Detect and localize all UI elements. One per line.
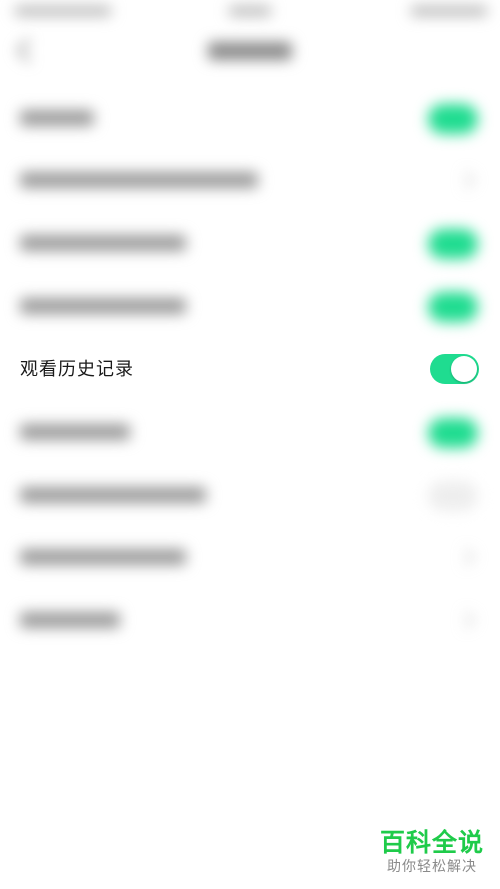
settings-row-blurred[interactable] bbox=[0, 276, 500, 338]
settings-row-label-blurred bbox=[20, 549, 186, 565]
back-arrow-icon[interactable] bbox=[16, 38, 41, 63]
settings-row-label-blurred bbox=[20, 110, 94, 126]
chevron-right-icon bbox=[457, 611, 475, 629]
settings-row-label-blurred bbox=[20, 235, 186, 251]
settings-row-label-blurred bbox=[20, 298, 186, 314]
chevron-right-icon bbox=[457, 171, 475, 189]
settings-row-blurred[interactable] bbox=[0, 150, 500, 212]
settings-row-blurred[interactable] bbox=[0, 402, 500, 464]
toggle-switch-blurred[interactable] bbox=[428, 418, 478, 448]
settings-row-blurred[interactable] bbox=[0, 465, 500, 527]
page-title bbox=[208, 42, 292, 60]
settings-row-watch-history[interactable]: 观看历史记录 bbox=[0, 339, 500, 401]
toggle-knob bbox=[451, 356, 477, 382]
status-bar bbox=[0, 0, 500, 26]
settings-row-label-blurred bbox=[20, 487, 206, 503]
toggle-switch-blurred[interactable] bbox=[428, 292, 478, 322]
watch-history-toggle[interactable] bbox=[430, 354, 479, 384]
settings-row-blurred[interactable] bbox=[0, 88, 500, 150]
settings-row-label-blurred bbox=[20, 612, 120, 628]
settings-row-blurred[interactable] bbox=[0, 213, 500, 275]
settings-row-blurred[interactable] bbox=[0, 590, 500, 652]
toggle-switch-blurred[interactable] bbox=[428, 481, 478, 511]
watermark-brand: 百科全说 bbox=[379, 828, 484, 857]
navigation-bar bbox=[0, 28, 500, 74]
status-carrier-icon bbox=[14, 6, 112, 16]
watermark-slogan: 助你轻松解决 bbox=[387, 859, 477, 875]
toggle-switch-blurred[interactable] bbox=[428, 229, 478, 259]
settings-row-blurred[interactable] bbox=[0, 527, 500, 589]
toggle-switch-blurred[interactable] bbox=[428, 104, 478, 134]
watermark: 百科全说 助你轻松解决 bbox=[376, 828, 488, 876]
settings-row-label-blurred bbox=[20, 424, 130, 440]
watch-history-label: 观看历史记录 bbox=[20, 359, 134, 380]
chevron-right-icon bbox=[457, 548, 475, 566]
status-battery-icon bbox=[410, 6, 488, 16]
status-time-icon bbox=[228, 6, 272, 16]
settings-row-label-blurred bbox=[20, 172, 258, 188]
